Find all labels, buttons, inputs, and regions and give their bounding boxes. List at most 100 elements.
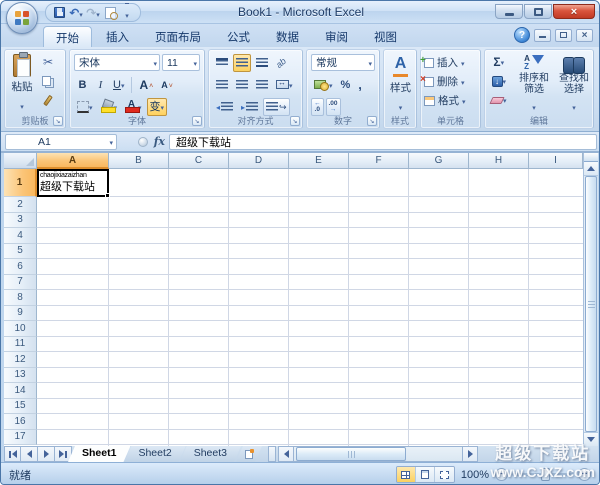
zoom-level[interactable]: 100% [461, 469, 489, 481]
column-header-B[interactable]: B [109, 153, 169, 169]
help-button[interactable]: ? [514, 27, 530, 43]
vertical-scroll-thumb[interactable] [585, 176, 597, 432]
customize-qat-button[interactable] [120, 5, 134, 20]
ribbon-tab-视图[interactable]: 视图 [362, 26, 409, 47]
doc-restore-button[interactable] [555, 29, 572, 42]
delete-cells-button[interactable]: 删除 [424, 73, 466, 90]
row-header-11[interactable]: 11 [4, 337, 37, 353]
row-header-7[interactable]: 7 [4, 275, 37, 291]
clipboard-dialog-launcher[interactable] [53, 116, 63, 126]
zoom-out-button[interactable]: − [495, 468, 508, 481]
column-header-I[interactable]: I [529, 153, 583, 169]
chevron-down-icon[interactable] [153, 57, 157, 69]
fill-color-button[interactable] [98, 98, 121, 116]
row-header-10[interactable]: 10 [4, 321, 37, 337]
ribbon-tab-数据[interactable]: 数据 [264, 26, 311, 47]
comma-style-button[interactable]: , [355, 76, 365, 94]
chevron-down-icon[interactable] [461, 57, 465, 69]
active-cell-a1[interactable]: chaojixiazaizhan 超级下载站 [37, 169, 109, 197]
chevron-down-icon[interactable] [121, 79, 125, 91]
fill-handle[interactable] [105, 193, 110, 198]
chevron-down-icon[interactable] [532, 97, 536, 115]
save-button[interactable] [52, 5, 66, 20]
decrease-decimal-button[interactable]: .00→ [326, 98, 341, 116]
percent-style-button[interactable]: % [338, 76, 354, 94]
row-header-12[interactable]: 12 [4, 352, 37, 368]
chevron-down-icon[interactable] [329, 79, 333, 91]
find-select-button[interactable]: 查找和选择 [555, 53, 593, 115]
alignment-dialog-launcher[interactable] [290, 116, 300, 126]
phonetic-guide-button[interactable]: 变 [147, 98, 168, 116]
redo-button[interactable] [86, 5, 100, 20]
orientation-button[interactable]: ab [273, 54, 289, 72]
scroll-up-button[interactable] [584, 162, 598, 176]
align-center-button[interactable] [233, 76, 251, 94]
align-bottom-button[interactable] [253, 54, 271, 72]
chevron-down-icon[interactable] [109, 136, 113, 148]
ribbon-tab-页面布局[interactable]: 页面布局 [143, 26, 213, 47]
previous-sheet-button[interactable] [21, 446, 38, 462]
align-middle-button[interactable] [233, 54, 251, 72]
row-header-14[interactable]: 14 [4, 383, 37, 399]
paste-dropdown-icon[interactable] [20, 96, 24, 114]
chevron-down-icon[interactable] [289, 79, 293, 91]
row-header-3[interactable]: 3 [4, 213, 37, 229]
chevron-down-icon[interactable] [501, 56, 505, 68]
autosum-button[interactable]: Σ [488, 53, 510, 71]
row-header-13[interactable]: 13 [4, 368, 37, 384]
chevron-down-icon[interactable] [503, 94, 507, 106]
sheet-tab-Sheet2[interactable]: Sheet2 [124, 446, 185, 462]
grow-font-button[interactable]: A [136, 76, 156, 94]
number-format-select[interactable]: 常规 [311, 54, 375, 71]
insert-function-button[interactable]: fx [154, 135, 165, 148]
ribbon-tab-开始[interactable]: 开始 [43, 26, 92, 47]
increase-indent-button[interactable] [238, 98, 261, 116]
undo-button[interactable] [69, 5, 83, 20]
horizontal-scroll-track[interactable] [294, 446, 462, 462]
column-header-A[interactable]: A [37, 153, 109, 169]
scroll-left-button[interactable] [278, 446, 294, 462]
minimize-button[interactable] [495, 4, 523, 19]
first-sheet-button[interactable] [4, 446, 21, 462]
zoom-track[interactable] [512, 473, 574, 476]
chevron-down-icon[interactable] [503, 75, 507, 87]
row-header-4[interactable]: 4 [4, 228, 37, 244]
column-header-G[interactable]: G [409, 153, 469, 169]
horizontal-scroll-thumb[interactable] [296, 447, 406, 461]
redo-dropdown-icon[interactable] [96, 4, 100, 22]
format-painter-button[interactable] [39, 91, 57, 109]
chevron-down-icon[interactable] [461, 76, 465, 88]
scroll-down-button[interactable] [584, 432, 598, 446]
italic-button[interactable]: I [93, 76, 108, 94]
border-button[interactable] [74, 98, 96, 116]
row-header-1[interactable]: 1 [4, 169, 37, 197]
row-header-9[interactable]: 9 [4, 306, 37, 322]
chevron-down-icon[interactable] [462, 95, 466, 107]
doc-close-button[interactable]: × [576, 29, 593, 42]
column-header-D[interactable]: D [229, 153, 289, 169]
vertical-split-handle[interactable] [584, 153, 598, 162]
row-header-8[interactable]: 8 [4, 290, 37, 306]
ribbon-tab-公式[interactable]: 公式 [215, 26, 262, 47]
chevron-down-icon[interactable] [161, 101, 165, 113]
bold-button[interactable]: B [74, 76, 91, 94]
chevron-down-icon[interactable] [368, 57, 372, 69]
number-dialog-launcher[interactable] [367, 116, 377, 126]
chevron-down-icon[interactable] [399, 97, 403, 115]
row-header-16[interactable]: 16 [4, 414, 37, 430]
sheet-tab-Sheet1[interactable]: Sheet1 [68, 446, 130, 462]
underline-button[interactable]: U [110, 76, 127, 94]
increase-decimal-button[interactable]: ←.0 [311, 98, 324, 116]
copy-button[interactable] [39, 72, 57, 90]
print-preview-button[interactable] [103, 5, 117, 20]
wrap-text-button[interactable] [263, 98, 290, 116]
close-button[interactable]: × [553, 4, 595, 19]
undo-dropdown-icon[interactable] [79, 4, 83, 22]
insert-cells-button[interactable]: 插入 [424, 54, 466, 71]
clear-button[interactable] [488, 91, 510, 109]
formula-input[interactable]: 超级下载站 [169, 134, 597, 150]
ribbon-tab-插入[interactable]: 插入 [94, 26, 141, 47]
merge-center-button[interactable] [273, 76, 296, 94]
name-box[interactable]: A1 [5, 134, 117, 150]
fill-button[interactable] [488, 72, 510, 90]
